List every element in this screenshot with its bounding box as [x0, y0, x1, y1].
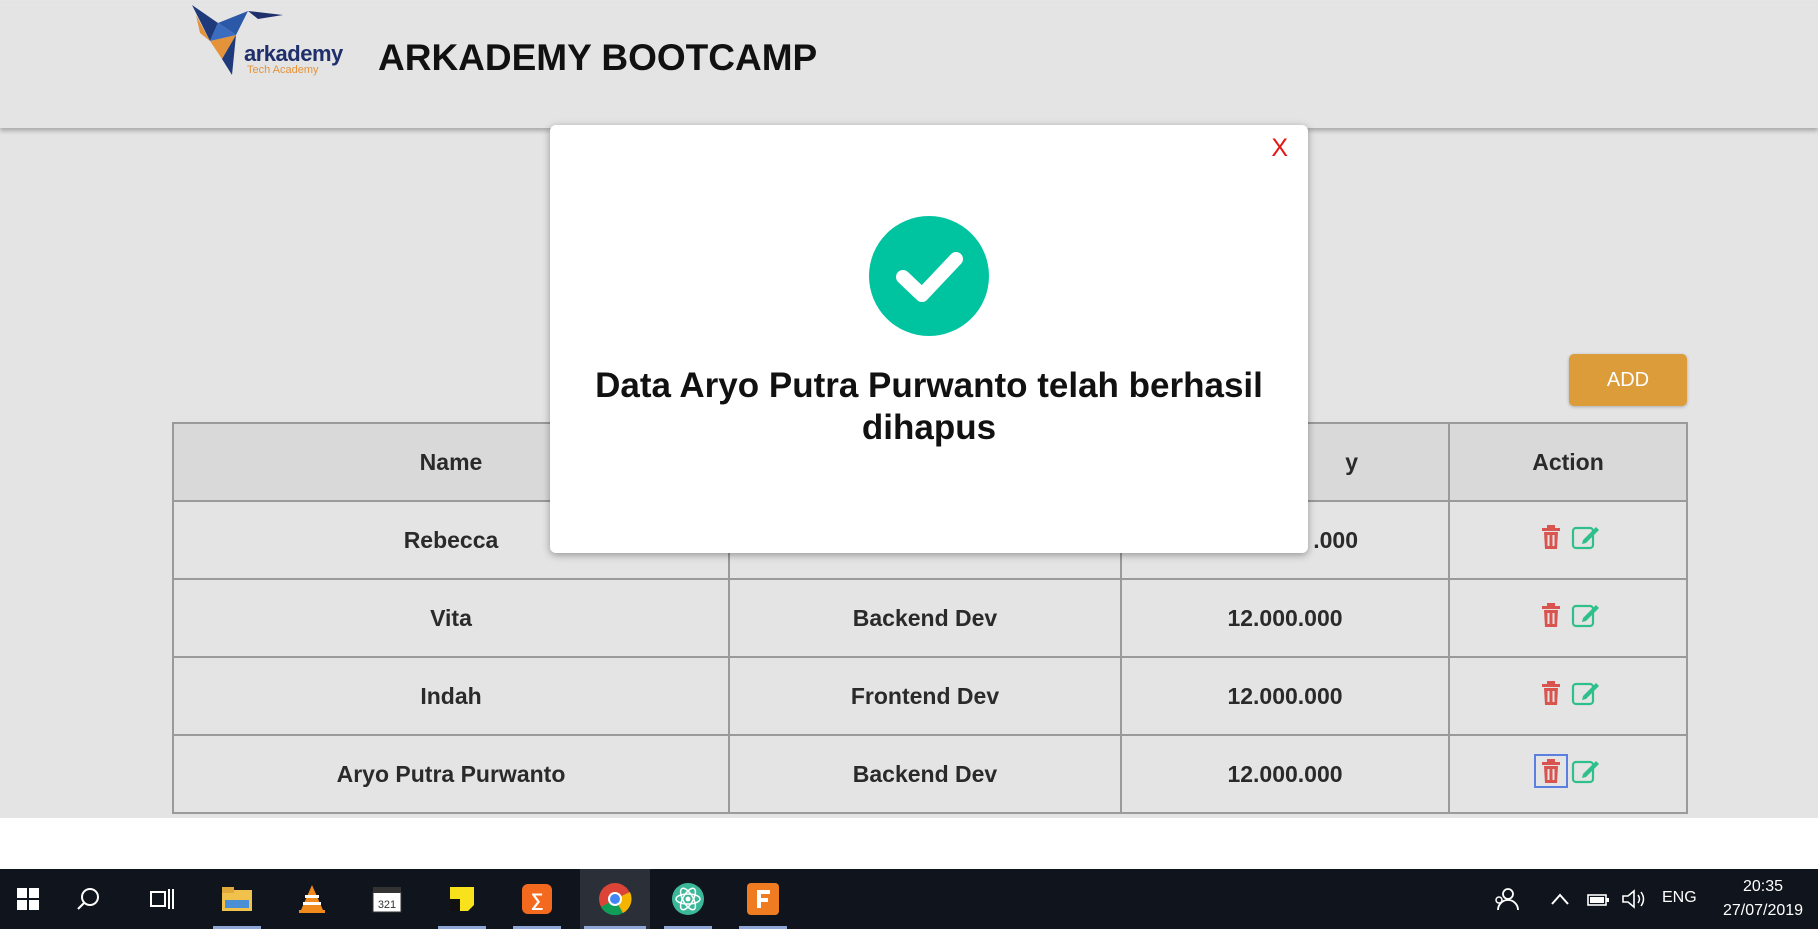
cell-salary: 12.000.000 [1120, 734, 1450, 814]
cell-salary: 12.000.000 [1120, 656, 1450, 736]
cell-action [1448, 656, 1688, 736]
cell-action [1448, 500, 1688, 580]
speaker-icon [1622, 889, 1645, 909]
cell-work: Backend Dev [728, 578, 1122, 658]
table-row: Indah Frontend Dev 12.000.000 [172, 656, 1688, 736]
svg-text:321: 321 [378, 899, 396, 911]
search-button[interactable] [60, 869, 116, 929]
edit-icon[interactable] [1571, 757, 1599, 785]
cell-name: Aryo Putra Purwanto [172, 734, 730, 814]
cell-work: Frontend Dev [728, 656, 1122, 736]
battery-plugged-icon [1587, 894, 1609, 906]
cell-salary: 12.000.000 [1120, 578, 1450, 658]
clock-date: 27/07/2019 [1722, 902, 1804, 919]
page-title: ARKADEMY BOOTCAMP [378, 37, 818, 78]
add-button[interactable]: ADD [1569, 354, 1687, 406]
sticky-note-icon [450, 887, 474, 911]
battery-button[interactable] [1578, 869, 1618, 929]
trash-icon[interactable] [1537, 601, 1565, 629]
chrome-icon [599, 883, 632, 916]
windows-logo-icon [17, 888, 39, 910]
volume-button[interactable] [1614, 869, 1654, 929]
clock-time: 20:35 [1742, 878, 1784, 895]
column-header-action: Action [1448, 422, 1688, 502]
task-view-button[interactable] [134, 869, 190, 929]
logo-subtext: Tech Academy [247, 64, 319, 76]
modal-message: Data Aryo Putra Purwanto telah berhasil … [595, 366, 1263, 447]
check-circle-icon [869, 216, 989, 336]
close-button[interactable]: X [1265, 133, 1294, 164]
trash-icon[interactable] [1537, 679, 1565, 707]
atom-editor-icon [672, 883, 704, 915]
show-hidden-icons-button[interactable] [1540, 869, 1580, 929]
taskbar-file-explorer[interactable] [209, 869, 265, 929]
chevron-up-icon [1551, 893, 1569, 905]
people-icon [1495, 888, 1519, 911]
trash-icon[interactable] [1534, 754, 1568, 788]
people-button[interactable] [1481, 869, 1531, 929]
windows-taskbar: 321 ∑ ENG 20:35 27/07/2019 [0, 869, 1818, 929]
action-icons [1537, 601, 1599, 629]
start-button[interactable] [0, 869, 56, 929]
taskbar-vlc[interactable] [284, 869, 340, 929]
search-icon [77, 888, 99, 910]
system-clock[interactable]: 20:35 27/07/2019 [1712, 875, 1814, 923]
vlc-cone-icon [299, 885, 325, 913]
cell-action [1448, 734, 1688, 814]
folder-icon [222, 887, 252, 911]
action-icons [1537, 523, 1599, 551]
cell-work: Backend Dev [728, 734, 1122, 814]
cell-action [1448, 578, 1688, 658]
cell-name: Indah [172, 656, 730, 736]
cell-name: Vita [172, 578, 730, 658]
arkademy-logo: arkademy Tech Academy [188, 3, 358, 83]
taskbar-media-player-classic[interactable]: 321 [359, 869, 415, 929]
svg-text:∑: ∑ [531, 890, 544, 910]
action-icons [1534, 754, 1599, 788]
edit-icon[interactable] [1571, 679, 1599, 707]
action-icons [1537, 679, 1599, 707]
taskbar-xampp[interactable]: ∑ [509, 869, 565, 929]
success-modal: X Data Aryo Putra Purwanto telah berhasi… [550, 125, 1308, 553]
language-indicator[interactable]: ENG [1662, 889, 1697, 907]
taskbar-foxit-pdf[interactable] [735, 869, 791, 929]
pdf-reader-icon [747, 883, 779, 915]
table-row: Vita Backend Dev 12.000.000 [172, 578, 1688, 658]
app-header: arkademy Tech Academy ARKADEMY BOOTCAMP [0, 3, 1818, 128]
taskbar-atom[interactable] [660, 869, 716, 929]
task-view-icon [150, 889, 174, 909]
table-row: Aryo Putra Purwanto Backend Dev 12.000.000 [172, 734, 1688, 814]
edit-icon[interactable] [1571, 523, 1599, 551]
taskbar-chrome[interactable] [580, 869, 650, 929]
xampp-icon: ∑ [522, 884, 552, 914]
clapperboard-icon: 321 [372, 887, 402, 913]
trash-icon[interactable] [1537, 523, 1565, 551]
edit-icon[interactable] [1571, 601, 1599, 629]
taskbar-sticky-notes[interactable] [434, 869, 490, 929]
